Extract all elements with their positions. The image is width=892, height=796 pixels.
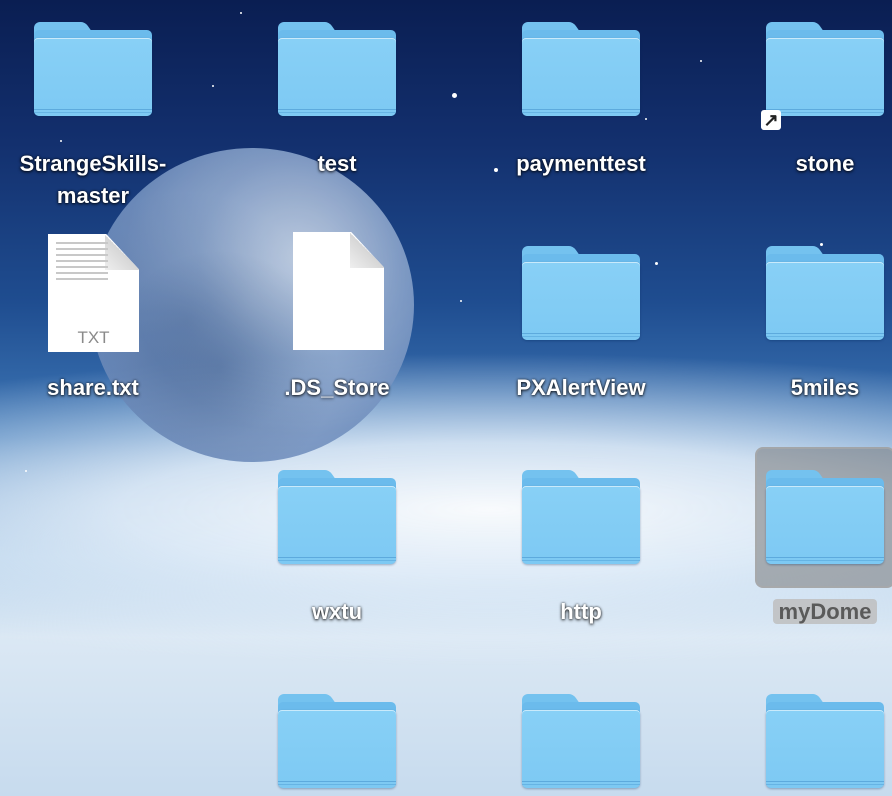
folder-icon: [522, 246, 640, 340]
item-label: .DS_Store: [284, 375, 390, 400]
item-label: StrangeSkills- master: [19, 151, 167, 208]
item-label: http: [560, 599, 602, 624]
alias-arrow-icon: ↗: [761, 110, 781, 130]
item-label: PXAlertView: [516, 375, 646, 400]
folder-icon: [278, 694, 396, 788]
item-label: paymenttest: [516, 151, 646, 176]
folder-icon: [766, 470, 884, 564]
folder-icon: [766, 246, 884, 340]
folder-icon: [766, 22, 884, 116]
folder-icon: [522, 470, 640, 564]
item-label: share.txt: [47, 375, 139, 400]
folder-icon: [522, 694, 640, 788]
folder-icon: [278, 22, 396, 116]
item-label: test: [317, 151, 357, 176]
item-label: wxtu: [311, 599, 363, 624]
item-label: stone: [795, 151, 855, 176]
folder-icon: [278, 470, 396, 564]
folder-icon: [34, 22, 152, 116]
item-label: myDome: [725, 596, 892, 628]
item-label: 5miles: [790, 375, 860, 400]
folder-icon: [766, 694, 884, 788]
folder-icon: [522, 22, 640, 116]
